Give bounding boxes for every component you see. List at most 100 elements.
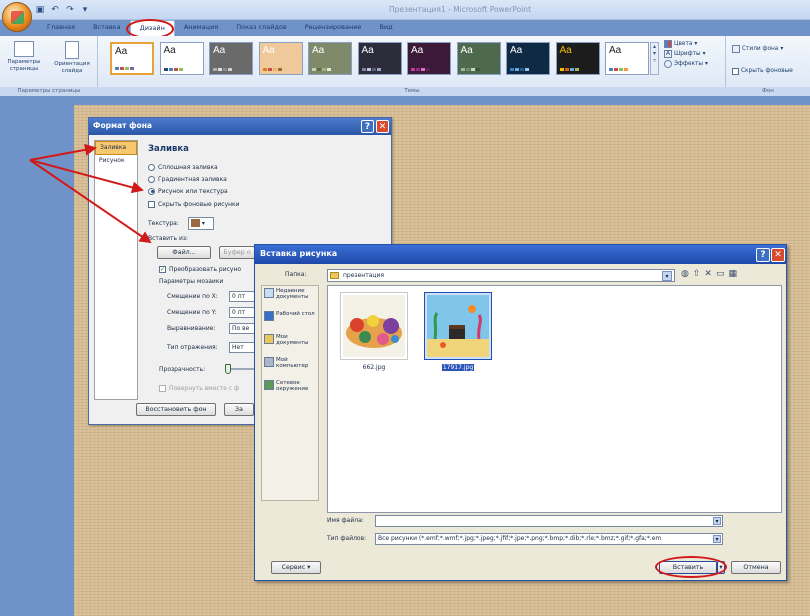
theme-thumbnail[interactable]: Aa	[555, 42, 600, 75]
tab-home[interactable]: Главная	[38, 20, 84, 36]
cancel-button[interactable]: Отмена	[731, 561, 781, 574]
gradient-fill-option[interactable]: Градиентная заливка	[148, 174, 227, 184]
theme-thumbnail[interactable]: Aa	[159, 42, 204, 75]
tab-slideshow[interactable]: Показ слайдов	[227, 20, 296, 36]
insert-dialog-titlebar: Вставка рисунка	[255, 245, 786, 264]
gallery-scroll[interactable]: ▴ ▾ ▿	[650, 42, 659, 75]
file-name-17917[interactable]: 17917.jpg	[424, 364, 492, 371]
offset-x-field[interactable]: 0 пт	[229, 291, 255, 302]
tile-check[interactable]: ✓	[159, 265, 166, 273]
filename-label: Имя файла:	[327, 517, 364, 524]
hide-bg-graphics-option[interactable]: Скрыть фоновые рисунки	[148, 199, 240, 209]
folder-dropdown[interactable]: презентация ▾	[327, 269, 675, 282]
bg-styles-button[interactable]: Стили фона ▾	[732, 44, 783, 54]
redo-icon[interactable]: ↷	[64, 4, 76, 16]
folder-dropdown-arrow-icon[interactable]: ▾	[662, 270, 672, 281]
insert-close-icon[interactable]: ✕	[771, 248, 785, 262]
place-desktop[interactable]: Рабочий стол	[262, 309, 318, 331]
tab-insert[interactable]: Вставка	[84, 20, 130, 36]
insert-help-icon[interactable]: ?	[756, 248, 770, 262]
format-close-icon[interactable]: ✕	[376, 120, 389, 133]
clipboard-button[interactable]: Буфер о	[219, 246, 255, 259]
tab-animation[interactable]: Анимация	[175, 20, 227, 36]
theme-color-bars	[115, 67, 134, 70]
place-network[interactable]: Сетевое окружение	[262, 378, 318, 400]
picture-fill-option[interactable]: Рисунок или текстура	[148, 186, 228, 196]
theme-thumbnail[interactable]: Aa	[456, 42, 501, 75]
place-my-documents[interactable]: Мои документы	[262, 332, 318, 354]
mirror-field[interactable]: Нет	[229, 342, 255, 353]
hide-bg-check[interactable]	[732, 67, 739, 75]
service-button[interactable]: Сервис ▾	[271, 561, 321, 574]
qat-customize-icon[interactable]: ▾	[79, 4, 91, 16]
delete-icon[interactable]: ✕	[704, 269, 712, 279]
transparency-slider[interactable]	[225, 364, 257, 374]
hide-bg-checkbox[interactable]: Скрыть фоновые	[732, 66, 793, 76]
solid-fill-radio[interactable]	[148, 163, 155, 171]
texture-dropdown[interactable]: ▾	[187, 216, 214, 230]
gradient-fill-radio[interactable]	[148, 175, 155, 183]
page-setup-group-label: Параметры страницы	[0, 87, 98, 96]
filename-dropdown-arrow-icon[interactable]: ▾	[713, 517, 721, 525]
theme-thumbnail[interactable]: Aa	[407, 42, 451, 75]
theme-thumbnail[interactable]: Aa	[357, 42, 402, 75]
back-icon[interactable]: ◍	[681, 269, 689, 279]
fill-section-title: Заливка	[148, 144, 189, 154]
filetype-dropdown[interactable]: Все рисунки (*.emf;*.wmf;*.jpg;*.jpeg;*.…	[375, 533, 723, 545]
format-close-button[interactable]: За	[224, 403, 254, 416]
file-name-17917-label: 17917.jpg	[441, 364, 475, 371]
page-setup-button[interactable]: Параметры страницы	[2, 41, 46, 73]
format-nav: Заливка Рисунок	[94, 140, 138, 400]
undo-icon[interactable]: ↶	[49, 4, 61, 16]
theme-color-bars	[609, 68, 628, 71]
tab-view[interactable]: Вид	[370, 20, 401, 36]
colors-label: Цвета	[674, 41, 693, 47]
transparency-thumb-icon[interactable]	[225, 364, 231, 374]
colors-button[interactable]: Цвета ▾	[664, 39, 708, 49]
tile-option[interactable]: ✓ Преобразовать рисуно	[159, 264, 241, 274]
transparency-label: Прозрачность:	[159, 366, 206, 373]
theme-sample-label: Aa	[262, 45, 275, 56]
theme-thumbnail[interactable]: Aa	[605, 42, 649, 75]
align-field[interactable]: По ве	[229, 323, 255, 334]
nav-fill[interactable]: Заливка	[95, 141, 137, 155]
theme-thumbnail[interactable]: Aa	[506, 42, 550, 75]
file-button[interactable]: Файл...	[157, 246, 211, 259]
orientation-label: Ориентация слайда	[54, 61, 90, 74]
place-recent[interactable]: Недавние документы	[262, 286, 318, 308]
filename-input[interactable]: ▾	[375, 515, 723, 527]
effects-button[interactable]: Эффекты ▾	[664, 59, 708, 69]
format-help-icon[interactable]: ?	[361, 120, 374, 133]
orientation-button[interactable]: Ориентация слайда	[48, 41, 96, 75]
file-name-662[interactable]: 662.jpg	[340, 364, 408, 371]
save-icon[interactable]: ▣	[34, 4, 46, 16]
theme-thumbnail[interactable]: Aa	[110, 42, 154, 75]
file-thumb-17917[interactable]	[424, 292, 492, 360]
new-folder-icon[interactable]: ▭	[716, 269, 725, 279]
theme-thumbnail[interactable]: Aa	[209, 42, 253, 75]
views-icon[interactable]: ▦	[728, 269, 737, 279]
place-my-computer[interactable]: Мой компьютер	[262, 355, 318, 377]
reset-background-button[interactable]: Восстановить фон	[136, 403, 216, 416]
tab-review[interactable]: Рецензирование	[296, 20, 371, 36]
offset-y-field[interactable]: 0 пт	[229, 307, 255, 318]
solid-fill-option[interactable]: Сплошная заливка	[148, 162, 218, 172]
filetype-dropdown-arrow-icon[interactable]: ▾	[713, 535, 721, 543]
bg-styles-icon	[732, 45, 740, 53]
fonts-button[interactable]: A Шрифты ▾	[664, 49, 708, 59]
file-thumb-662[interactable]	[340, 292, 408, 360]
picture-fill-radio[interactable]	[148, 187, 155, 195]
rotate-check[interactable]	[159, 384, 166, 392]
office-button[interactable]	[2, 2, 32, 32]
desktop-icon	[264, 311, 274, 321]
nav-picture[interactable]: Рисунок	[95, 155, 137, 169]
bg-styles-label: Стили фона	[742, 46, 779, 52]
hide-bg-graphics-check[interactable]	[148, 200, 155, 208]
up-folder-icon[interactable]: ⇧	[693, 269, 701, 279]
theme-thumbnail[interactable]: Aa	[258, 42, 303, 75]
theme-sample-label: Aa	[213, 45, 226, 56]
offset-x-label: Смещение по X:	[167, 293, 218, 300]
theme-thumbnail[interactable]: Aa	[308, 42, 352, 75]
insert-from-label: Вставить из:	[148, 235, 189, 242]
rotate-option[interactable]: Повернуть вместе с ф	[159, 383, 239, 393]
